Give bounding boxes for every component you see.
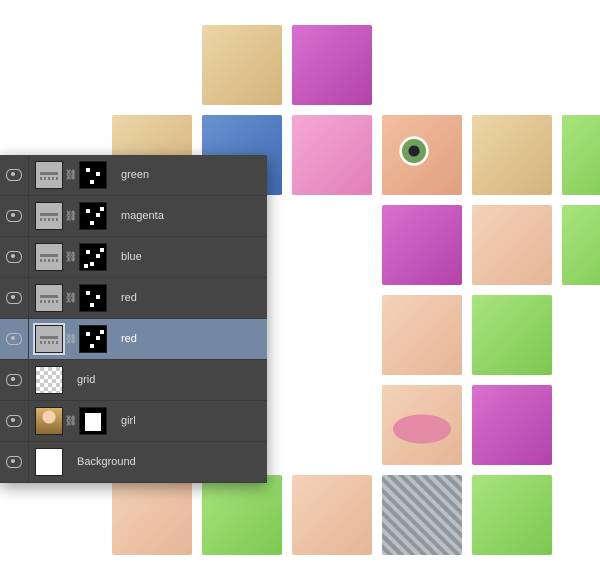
artwork-tile bbox=[292, 25, 372, 105]
eye-icon bbox=[6, 333, 22, 345]
layer-thumbnails: ⛓ bbox=[29, 325, 113, 353]
layer-name[interactable]: grid bbox=[69, 374, 259, 386]
layer-name[interactable]: Background bbox=[69, 456, 259, 468]
artwork-tile bbox=[472, 205, 552, 285]
artwork-tile bbox=[382, 385, 462, 465]
layer-row[interactable]: grid bbox=[0, 360, 267, 401]
layer-name[interactable]: blue bbox=[113, 251, 259, 263]
layer-thumbnails: ⛓ bbox=[29, 161, 113, 189]
artwork-tile bbox=[292, 475, 372, 555]
layer-mask-thumbnail[interactable] bbox=[79, 202, 107, 230]
layer-thumbnail[interactable] bbox=[35, 202, 63, 230]
layer-mask-thumbnail[interactable] bbox=[79, 407, 107, 435]
layer-row[interactable]: ⛓ red bbox=[0, 278, 267, 319]
link-icon[interactable]: ⛓ bbox=[65, 293, 77, 304]
artwork-tile bbox=[472, 295, 552, 375]
layer-row[interactable]: Background bbox=[0, 442, 267, 483]
link-icon[interactable]: ⛓ bbox=[65, 416, 77, 427]
eye-icon bbox=[6, 456, 22, 468]
artwork-tile bbox=[472, 385, 552, 465]
artwork-tile bbox=[472, 475, 552, 555]
layer-thumbnails: ⛓ bbox=[29, 284, 113, 312]
layer-row[interactable]: ⛓ green bbox=[0, 155, 267, 196]
visibility-toggle[interactable] bbox=[0, 319, 29, 359]
visibility-toggle[interactable] bbox=[0, 442, 29, 482]
artwork-tile bbox=[562, 205, 600, 285]
layer-thumbnails bbox=[29, 366, 69, 394]
layer-thumbnail[interactable] bbox=[35, 407, 63, 435]
artwork-tile bbox=[382, 205, 462, 285]
artwork-tile bbox=[112, 475, 192, 555]
layer-mask-thumbnail[interactable] bbox=[79, 325, 107, 353]
layer-mask-thumbnail[interactable] bbox=[79, 243, 107, 271]
layer-thumbnail[interactable] bbox=[35, 448, 63, 476]
link-icon[interactable]: ⛓ bbox=[65, 170, 77, 181]
link-icon[interactable]: ⛓ bbox=[65, 252, 77, 263]
eye-icon bbox=[6, 415, 22, 427]
layer-thumbnail[interactable] bbox=[35, 243, 63, 271]
visibility-toggle[interactable] bbox=[0, 360, 29, 400]
layer-thumbnails: ⛓ bbox=[29, 407, 113, 435]
layer-mask-thumbnail[interactable] bbox=[79, 284, 107, 312]
eye-icon bbox=[6, 169, 22, 181]
layer-row[interactable]: ⛓ blue bbox=[0, 237, 267, 278]
artwork-tile bbox=[382, 475, 462, 555]
layer-row[interactable]: ⛓ girl bbox=[0, 401, 267, 442]
layer-thumbnail[interactable] bbox=[35, 284, 63, 312]
layer-mask-thumbnail[interactable] bbox=[79, 161, 107, 189]
layer-thumbnail[interactable] bbox=[35, 366, 63, 394]
artwork-tile bbox=[292, 115, 372, 195]
artwork-tile bbox=[202, 475, 282, 555]
layers-panel: ⛓ green ⛓ magenta ⛓ blue ⛓ red ⛓ red grid ⛓ girl Back… bbox=[0, 155, 267, 483]
artwork-tile bbox=[382, 295, 462, 375]
artwork-tile bbox=[472, 115, 552, 195]
layer-thumbnails bbox=[29, 448, 69, 476]
layer-thumbnail[interactable] bbox=[35, 161, 63, 189]
layer-name[interactable]: magenta bbox=[113, 210, 259, 222]
visibility-toggle[interactable] bbox=[0, 155, 29, 195]
eye-icon bbox=[6, 292, 22, 304]
layer-name[interactable]: red bbox=[113, 333, 259, 345]
visibility-toggle[interactable] bbox=[0, 237, 29, 277]
artwork-tile bbox=[562, 115, 600, 195]
link-icon[interactable]: ⛓ bbox=[65, 211, 77, 222]
layer-name[interactable]: green bbox=[113, 169, 259, 181]
eye-icon bbox=[6, 374, 22, 386]
layer-thumbnails: ⛓ bbox=[29, 243, 113, 271]
layer-name[interactable]: girl bbox=[113, 415, 259, 427]
layer-name[interactable]: red bbox=[113, 292, 259, 304]
layer-thumbnails: ⛓ bbox=[29, 202, 113, 230]
eye-icon bbox=[6, 251, 22, 263]
eye-icon bbox=[6, 210, 22, 222]
layer-thumbnail[interactable] bbox=[35, 325, 63, 353]
layer-row[interactable]: ⛓ magenta bbox=[0, 196, 267, 237]
link-icon[interactable]: ⛓ bbox=[65, 334, 77, 345]
artwork-tile bbox=[202, 25, 282, 105]
layer-row[interactable]: ⛓ red bbox=[0, 319, 267, 360]
visibility-toggle[interactable] bbox=[0, 278, 29, 318]
artwork-tile bbox=[382, 115, 462, 195]
visibility-toggle[interactable] bbox=[0, 196, 29, 236]
visibility-toggle[interactable] bbox=[0, 401, 29, 441]
